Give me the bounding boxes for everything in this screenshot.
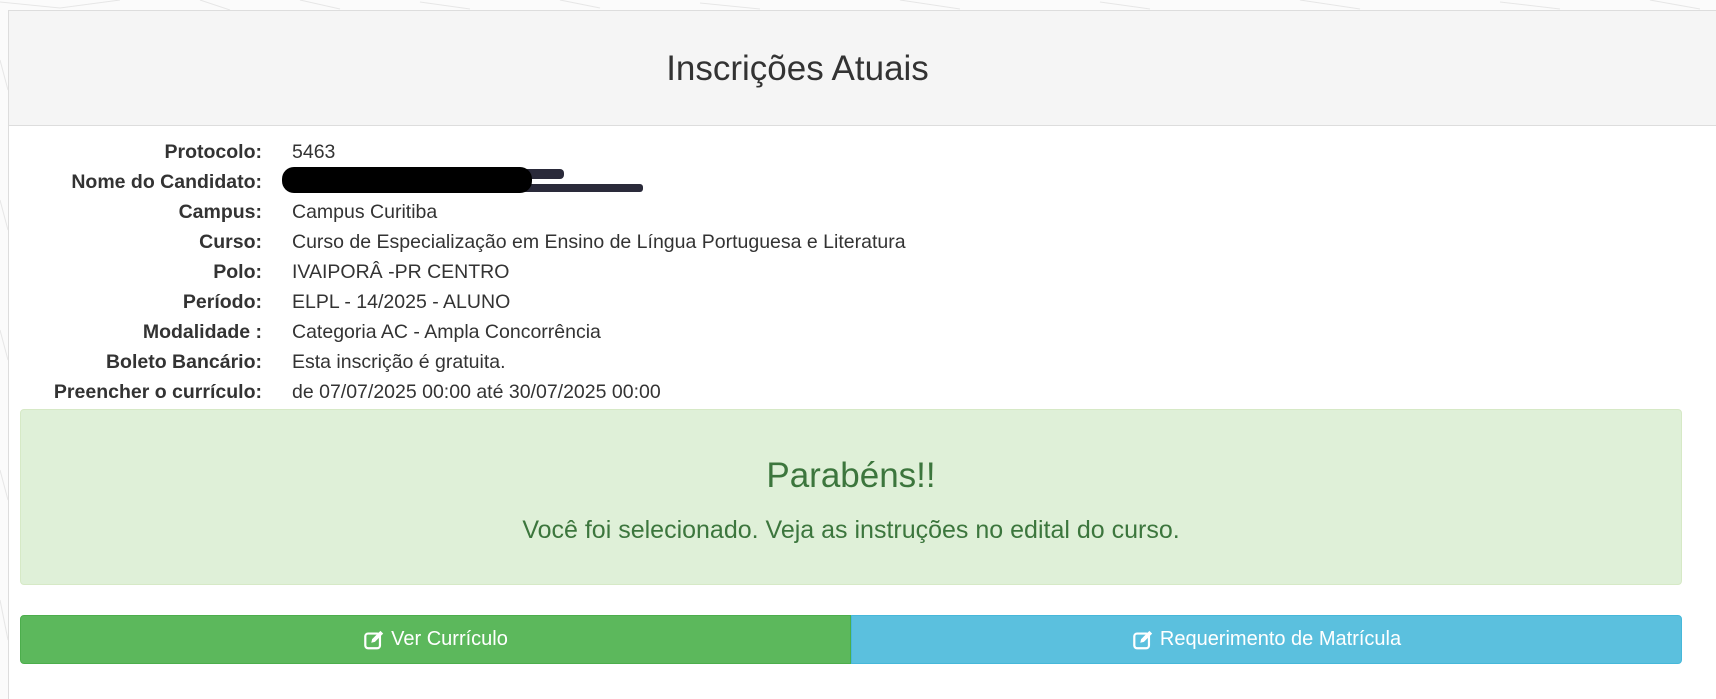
- requerimento-matricula-button[interactable]: Requerimento de Matrícula: [851, 615, 1682, 664]
- info-label: Nome do Candidato:: [71, 171, 262, 193]
- panel-header: Inscrições Atuais: [9, 11, 1716, 126]
- info-value: IVAIPORÂ -PR CENTRO: [292, 261, 510, 283]
- info-row-boleto: Boleto Bancário: Esta inscrição é gratui…: [0, 347, 1000, 377]
- info-value: Campus Curitiba: [292, 201, 438, 223]
- edit-icon: [1133, 630, 1153, 649]
- ver-curriculo-label: Ver Currículo: [391, 628, 508, 650]
- info-value: [282, 165, 542, 200]
- alert-title: Parabéns!!: [766, 456, 936, 495]
- edit-icon: [364, 630, 384, 649]
- registration-info: Protocolo: 5463 Nome do Candidato: Campu…: [0, 137, 1000, 407]
- info-row-nome: Nome do Candidato:: [0, 165, 1000, 200]
- info-label: Campus:: [178, 201, 262, 223]
- info-row-curriculo: Preencher o currículo: de 07/07/2025 00:…: [0, 377, 1000, 407]
- info-value: Curso de Especialização em Ensino de Lín…: [292, 231, 906, 253]
- info-value: de 07/07/2025 00:00 até 30/07/2025 00:00: [292, 381, 661, 403]
- info-label: Modalidade :: [142, 321, 262, 343]
- info-row-polo: Polo: IVAIPORÂ -PR CENTRO: [0, 257, 1000, 287]
- info-label: Curso:: [199, 231, 262, 253]
- info-value: 5463: [292, 141, 336, 163]
- info-value: Categoria AC - Ampla Concorrência: [292, 321, 601, 343]
- page-title: Inscrições Atuais: [666, 48, 929, 88]
- success-alert: Parabéns!! Você foi selecionado. Veja as…: [20, 409, 1682, 585]
- action-buttons: Ver Currículo Requerimento de Matrícula: [20, 615, 1682, 664]
- info-label: Polo:: [213, 261, 262, 283]
- info-row-curso: Curso: Curso de Especialização em Ensino…: [0, 227, 1000, 257]
- info-label: Protocolo:: [164, 141, 263, 163]
- info-row-protocolo: Protocolo: 5463: [0, 137, 1000, 167]
- info-row-campus: Campus: Campus Curitiba: [0, 197, 1000, 227]
- info-row-modalidade: Modalidade : Categoria AC - Ampla Concor…: [0, 317, 1000, 347]
- info-label: Período:: [182, 291, 262, 313]
- alert-message: Você foi selecionado. Veja as instruções…: [522, 516, 1180, 544]
- info-label: Boleto Bancário:: [105, 351, 262, 373]
- info-value: ELPL - 14/2025 - ALUNO: [292, 291, 511, 313]
- info-row-periodo: Período: ELPL - 14/2025 - ALUNO: [0, 287, 1000, 317]
- info-label: Preencher o currículo:: [53, 381, 262, 403]
- redacted-name: [282, 166, 532, 193]
- info-value: Esta inscrição é gratuita.: [292, 351, 506, 373]
- requerimento-matricula-label: Requerimento de Matrícula: [1159, 628, 1402, 650]
- ver-curriculo-button[interactable]: Ver Currículo: [20, 615, 851, 664]
